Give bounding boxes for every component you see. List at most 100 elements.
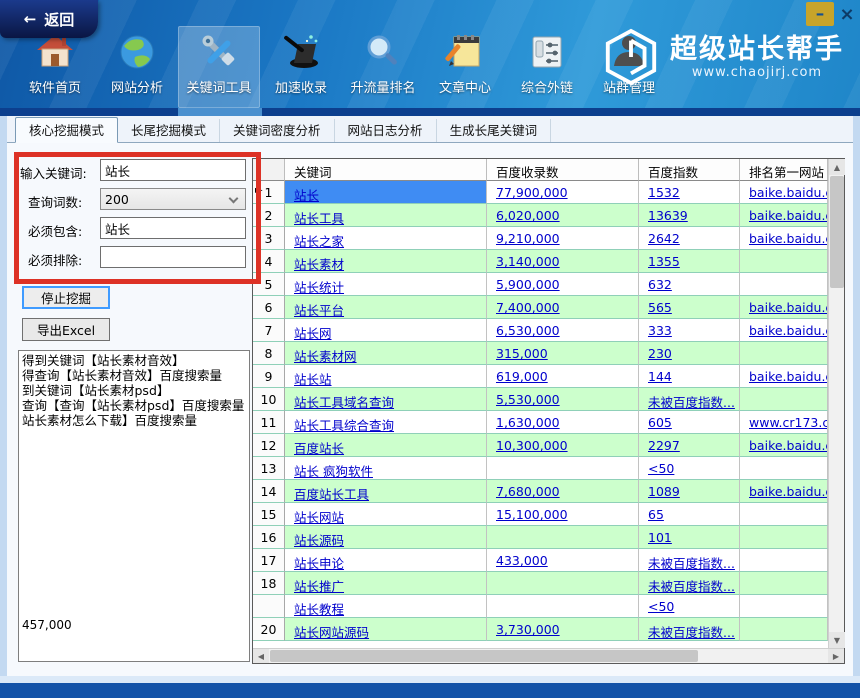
cell-top-site[interactable] — [740, 595, 828, 618]
cell-keyword[interactable]: 站长网站源码 — [285, 618, 487, 641]
cell-baidu-included[interactable]: 7,680,000 — [487, 480, 639, 503]
scroll-up-icon[interactable]: ▲ — [829, 159, 845, 175]
cell-baidu-included[interactable]: 5,900,000 — [487, 273, 639, 296]
toolbar-item-2[interactable]: 网站分析 — [96, 26, 178, 108]
row-number-cell[interactable]: 3 — [253, 227, 285, 250]
cell-baidu-index[interactable]: 605 — [639, 411, 740, 434]
cell-top-site-link[interactable]: baike.baidu.com — [749, 208, 828, 223]
cell-baidu-included[interactable]: 9,210,000 — [487, 227, 639, 250]
cell-baidu-included-link[interactable]: 15,100,000 — [496, 507, 568, 522]
cell-baidu-index-link[interactable]: 1355 — [648, 254, 680, 269]
cell-baidu-index-link[interactable]: <50 — [648, 461, 674, 476]
cell-keyword[interactable]: 站长工具域名查询 — [285, 388, 487, 411]
cell-baidu-included[interactable]: 315,000 — [487, 342, 639, 365]
row-number-cell[interactable]: 9 — [253, 365, 285, 388]
cell-keyword-link[interactable]: 站长之家 — [294, 234, 344, 249]
cell-baidu-index-link[interactable]: 未被百度指数... — [648, 395, 735, 410]
row-number-cell[interactable]: 10 — [253, 388, 285, 411]
cell-top-site-link[interactable]: baike.baidu.com — [749, 231, 828, 246]
cell-baidu-index[interactable]: 333 — [639, 319, 740, 342]
cell-keyword-link[interactable]: 站长工具域名查询 — [294, 395, 394, 410]
cell-keyword[interactable]: 站长推广 — [285, 572, 487, 595]
cell-baidu-index-link[interactable]: 未被百度指数... — [648, 556, 735, 571]
cell-baidu-included-link[interactable]: 7,680,000 — [496, 484, 560, 499]
exclude-input[interactable] — [100, 246, 246, 268]
cell-baidu-index-link[interactable]: 2642 — [648, 231, 680, 246]
scroll-down-icon[interactable]: ▼ — [829, 632, 845, 648]
toolbar-item-1[interactable]: 软件首页 — [14, 26, 96, 108]
cell-baidu-included[interactable]: 433,000 — [487, 549, 639, 572]
cell-keyword-link[interactable]: 站长站 — [294, 372, 332, 387]
minimize-button[interactable]: – — [806, 2, 834, 26]
cell-keyword-link[interactable]: 站长工具综合查询 — [294, 418, 394, 433]
row-number-cell[interactable] — [253, 595, 285, 618]
cell-keyword[interactable]: 站长站 — [285, 365, 487, 388]
cell-keyword[interactable]: 站长之家 — [285, 227, 487, 250]
cell-baidu-included[interactable] — [487, 457, 639, 480]
cell-baidu-included-link[interactable]: 3,140,000 — [496, 254, 560, 269]
cell-baidu-index[interactable]: <50 — [639, 595, 740, 618]
row-number-cell[interactable]: 18 — [253, 572, 285, 595]
cell-baidu-included[interactable]: 3,140,000 — [487, 250, 639, 273]
cell-keyword-link[interactable]: 站长网站 — [294, 510, 344, 525]
cell-baidu-index[interactable]: 未被百度指数... — [639, 388, 740, 411]
close-button[interactable]: × — [836, 2, 858, 26]
cell-baidu-included[interactable]: 10,300,000 — [487, 434, 639, 457]
cell-baidu-included-link[interactable]: 1,630,000 — [496, 415, 560, 430]
row-header-corner[interactable] — [253, 159, 285, 181]
toolbar-item-6[interactable]: 文章中心 — [424, 26, 506, 108]
cell-top-site-link[interactable]: baike.baidu.com — [749, 369, 828, 384]
cell-baidu-included[interactable]: 15,100,000 — [487, 503, 639, 526]
toolbar-item-7[interactable]: 综合外链 — [506, 26, 588, 108]
cell-keyword-link[interactable]: 百度站长工具 — [294, 487, 369, 502]
cell-keyword-link[interactable]: 百度站长 — [294, 441, 344, 456]
horizontal-scrollbar[interactable]: ◀ ▶ — [253, 648, 844, 663]
cell-baidu-included[interactable]: 7,400,000 — [487, 296, 639, 319]
row-number-cell[interactable]: 5 — [253, 273, 285, 296]
cell-baidu-index[interactable]: 2642 — [639, 227, 740, 250]
cell-baidu-included[interactable] — [487, 526, 639, 549]
row-number-cell[interactable]: 6 — [253, 296, 285, 319]
cell-baidu-index[interactable]: 1089 — [639, 480, 740, 503]
row-number-cell[interactable]: 2 — [253, 204, 285, 227]
cell-top-site[interactable]: baike.baidu.com — [740, 480, 828, 503]
scroll-right-icon[interactable]: ▶ — [828, 649, 844, 663]
cell-baidu-included-link[interactable]: 619,000 — [496, 369, 548, 384]
cell-keyword-link[interactable]: 站长申论 — [294, 556, 344, 571]
row-number-cell[interactable]: 15 — [253, 503, 285, 526]
cell-baidu-included[interactable]: 6,530,000 — [487, 319, 639, 342]
cell-baidu-index[interactable]: <50 — [639, 457, 740, 480]
tab-5[interactable]: 生成长尾关键词 — [437, 119, 552, 142]
cell-keyword[interactable]: 百度站长工具 — [285, 480, 487, 503]
cell-keyword[interactable]: 站长统计 — [285, 273, 487, 296]
keyword-input[interactable] — [100, 159, 246, 181]
toolbar-item-4[interactable]: 加速收录 — [260, 26, 342, 108]
cell-baidu-included-link[interactable]: 7,400,000 — [496, 300, 560, 315]
horizontal-scroll-thumb[interactable] — [270, 650, 698, 662]
cell-baidu-index-link[interactable]: 565 — [648, 300, 672, 315]
cell-baidu-included-link[interactable]: 6,530,000 — [496, 323, 560, 338]
cell-baidu-index[interactable]: 2297 — [639, 434, 740, 457]
cell-baidu-index[interactable]: 未被百度指数... — [639, 618, 740, 641]
cell-baidu-index[interactable]: 1532 — [639, 181, 740, 204]
cell-baidu-included-link[interactable]: 433,000 — [496, 553, 548, 568]
column-header-4[interactable]: 排名第一网站 — [740, 159, 828, 181]
cell-top-site-link[interactable]: baike.baidu.com — [749, 300, 828, 315]
cell-baidu-index[interactable]: 230 — [639, 342, 740, 365]
cell-baidu-index[interactable]: 144 — [639, 365, 740, 388]
cell-top-site-link[interactable]: baike.baidu.com — [749, 438, 828, 453]
cell-top-site[interactable]: baike.baidu.com — [740, 204, 828, 227]
cell-keyword-link[interactable]: 站长素材 — [294, 257, 344, 272]
cell-baidu-index[interactable]: 101 — [639, 526, 740, 549]
cell-baidu-index-link[interactable]: 144 — [648, 369, 672, 384]
cell-keyword[interactable]: 站长网 — [285, 319, 487, 342]
cell-baidu-index-link[interactable]: 605 — [648, 415, 672, 430]
row-number-cell[interactable]: 13 — [253, 457, 285, 480]
cell-keyword-link[interactable]: 站长网站源码 — [294, 625, 369, 640]
cell-baidu-index[interactable]: 65 — [639, 503, 740, 526]
mining-log-box[interactable]: 得到关键词【站长素材音效】得查询【站长素材音效】百度搜索量到关键词【站长素材ps… — [18, 350, 250, 662]
cell-top-site[interactable] — [740, 342, 828, 365]
cell-baidu-included[interactable]: 6,020,000 — [487, 204, 639, 227]
cell-baidu-index-link[interactable]: 1089 — [648, 484, 680, 499]
row-number-cell[interactable]: 1► — [253, 181, 285, 204]
